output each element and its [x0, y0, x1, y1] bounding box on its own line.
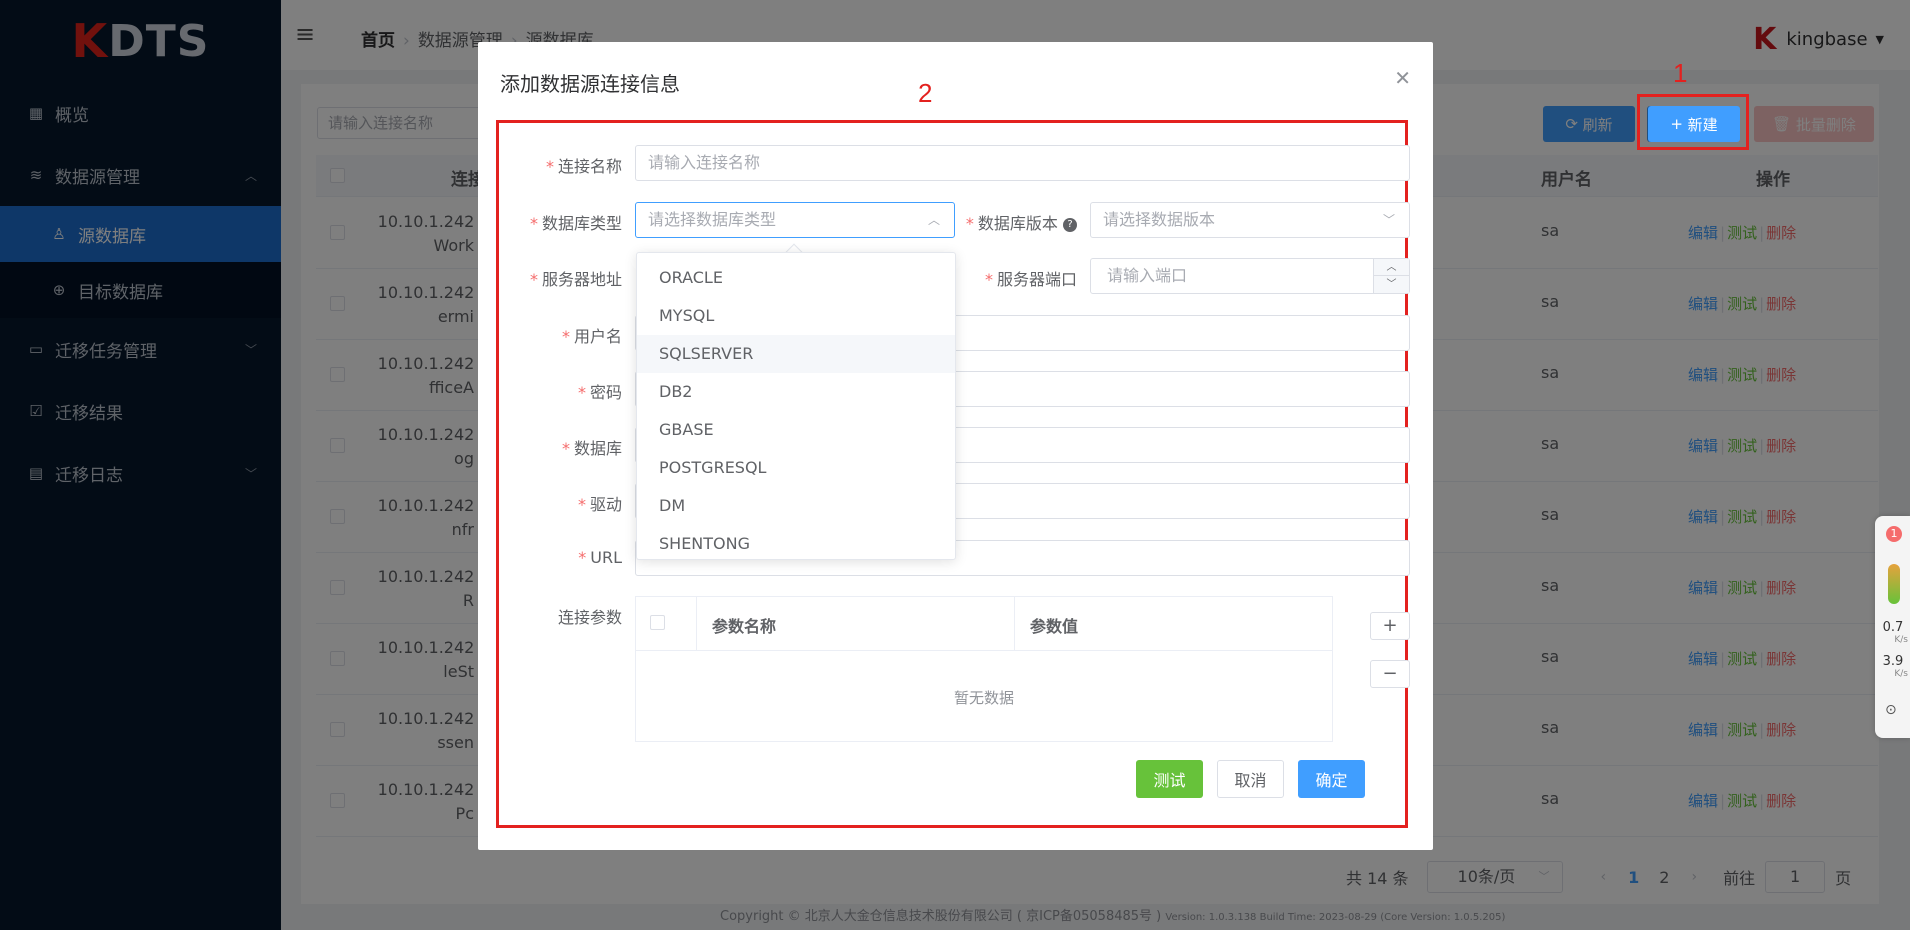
db-type-dropdown: ORACLE MYSQL SQLSERVER DB2 GBASE POSTGRESQL DM… — [636, 252, 956, 560]
cancel-button[interactable]: 取消 — [1217, 760, 1284, 798]
server-addr-label: * 服务器地址 — [529, 270, 622, 289]
annotation-label-1: 1 — [1673, 58, 1688, 88]
new-button-highlight[interactable]: + 新建 — [1648, 106, 1740, 142]
increment-icon[interactable]: ︿ — [1374, 259, 1409, 276]
params-table: 参数名称 参数值 暂无数据 — [635, 596, 1333, 742]
db-version-label: * 数据库版本 ? — [965, 210, 1077, 234]
params-empty-text: 暂无数据 — [953, 689, 1014, 707]
chevron-down-icon: ﹀ — [1382, 213, 1395, 227]
new-label: 新建 — [1687, 115, 1718, 134]
network-monitor-widget[interactable]: 1 0.7 K/s 3.9 K/s ⊙ — [1875, 516, 1910, 738]
test-button[interactable]: 测试 — [1136, 760, 1203, 798]
conn-name-label: * 连接名称 — [545, 157, 622, 176]
decrement-icon[interactable]: ﹀ — [1374, 276, 1409, 293]
url-label: * URL — [578, 548, 622, 567]
server-port-input[interactable]: 请输入端口 ︿ ﹀ — [1090, 258, 1410, 294]
dropdown-option[interactable]: MYSQL — [637, 297, 955, 335]
close-icon[interactable]: ✕ — [1394, 66, 1411, 90]
plus-icon: + — [1670, 115, 1688, 133]
db-type-select[interactable]: 请选择数据库类型 ︿ — [635, 202, 955, 238]
speed-meter-icon — [1888, 564, 1900, 604]
plus-icon: + — [1382, 615, 1398, 636]
conn-name-input[interactable]: 请输入连接名称 — [635, 145, 1410, 181]
minus-icon: − — [1382, 663, 1398, 684]
notification-badge: 1 — [1886, 526, 1902, 542]
conn-params-label: 连接参数 — [557, 608, 622, 627]
add-param-button[interactable]: + — [1370, 612, 1410, 640]
dropdown-option[interactable]: SHENTONG — [637, 525, 955, 559]
dialog-title: 添加数据源连接信息 — [500, 72, 680, 96]
help-icon[interactable]: ? — [1063, 217, 1077, 232]
upload-unit: K/s — [1894, 635, 1908, 645]
download-unit: K/s — [1894, 669, 1908, 679]
remove-param-button[interactable]: − — [1370, 660, 1410, 688]
annotation-label-2: 2 — [918, 78, 933, 108]
db-version-select[interactable]: 请选择数据版本 ﹀ — [1090, 202, 1410, 238]
dropdown-option[interactable]: GBASE — [637, 411, 955, 449]
dropdown-option[interactable]: DM — [637, 487, 955, 525]
camera-icon[interactable]: ⊙ — [1885, 702, 1897, 718]
chevron-up-icon: ︿ — [927, 213, 940, 227]
port-stepper[interactable]: ︿ ﹀ — [1373, 259, 1409, 293]
upload-speed: 0.7 — [1882, 620, 1904, 635]
confirm-button[interactable]: 确定 — [1298, 760, 1365, 798]
dropdown-option[interactable]: DB2 — [637, 373, 955, 411]
server-port-label: * 服务器端口 — [984, 270, 1077, 289]
params-table-header: 参数名称 参数值 — [636, 597, 1332, 651]
params-select-all-checkbox[interactable] — [650, 615, 665, 630]
download-speed: 3.9 — [1882, 654, 1904, 669]
username-label: * 用户名 — [561, 327, 622, 346]
driver-label: * 驱动 — [577, 495, 622, 514]
dropdown-option[interactable]: ORACLE — [637, 259, 955, 297]
params-col-name: 参数名称 — [712, 617, 777, 636]
db-type-label: * 数据库类型 — [529, 214, 622, 233]
params-col-value: 参数值 — [1030, 617, 1079, 636]
dropdown-option[interactable]: SQLSERVER — [637, 335, 955, 373]
database-label: * 数据库 — [561, 439, 622, 458]
dropdown-option[interactable]: POSTGRESQL — [637, 449, 955, 487]
password-label: * 密码 — [577, 383, 622, 402]
